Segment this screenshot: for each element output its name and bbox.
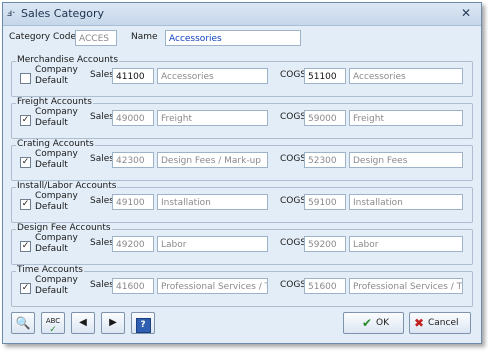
company-default-checkbox[interactable]: ✓: [20, 157, 31, 168]
cogs-label: COGS: [280, 112, 307, 122]
sales-label: Sales: [90, 112, 114, 122]
sales-account-description: Labor: [157, 236, 268, 252]
sales-account-input[interactable]: 49200: [112, 236, 154, 252]
sales-account-input[interactable]: 41600: [112, 278, 154, 294]
cogs-account-description: Installation: [349, 194, 463, 210]
name-input[interactable]: Accessories: [165, 30, 301, 46]
sales-account-description: Freight: [157, 110, 268, 126]
group-title: Merchandise Accounts: [16, 55, 120, 65]
group-title: Crating Accounts: [16, 139, 95, 149]
sales-account-input[interactable]: 49000: [112, 110, 154, 126]
account-group: Time Accounts ✓ Company Default Sales 41600 P…: [11, 265, 473, 307]
cogs-account-description: Professional Services / Tim: [349, 278, 463, 294]
check-mark-icon: ✓: [21, 157, 30, 167]
sales-account-description: Professional Services / Tim: [157, 278, 268, 294]
cogs-label: COGS: [280, 238, 307, 248]
company-default-checkbox[interactable]: ✓: [20, 199, 31, 210]
app-icon: ⅎ·: [7, 8, 16, 19]
cogs-label: COGS: [280, 70, 307, 80]
sales-label: Sales: [90, 154, 114, 164]
company-default-checkbox[interactable]: ✓: [20, 115, 31, 126]
next-record-button[interactable]: ▶: [101, 312, 125, 334]
account-group: Crating Accounts ✓ Company Default Sales 423…: [11, 139, 473, 181]
account-group: Install/Labor Accounts ✓ Company Default Sa…: [11, 181, 473, 223]
sales-label: Sales: [90, 238, 114, 248]
account-group: Merchandise Accounts Company Default Sales…: [11, 55, 473, 97]
cogs-label: COGS: [280, 154, 307, 164]
sales-label: Sales: [90, 280, 114, 290]
cogs-account-input[interactable]: 59200: [304, 236, 346, 252]
category-code-input[interactable]: ACCES: [75, 30, 117, 46]
spell-check-button[interactable]: ABC ✓: [41, 312, 65, 337]
spell-check-mark-icon: ✓: [49, 325, 57, 335]
cogs-account-description: Accessories: [349, 68, 463, 84]
cogs-account-input[interactable]: 59100: [304, 194, 346, 210]
sales-account-description: Accessories: [157, 68, 268, 84]
left-arrow-icon: ◀: [79, 317, 87, 328]
company-default-checkbox[interactable]: ✓: [20, 283, 31, 294]
cogs-label: COGS: [280, 196, 307, 206]
check-mark-icon: ✓: [21, 283, 30, 293]
cancel-button-label: Cancel: [428, 318, 459, 328]
sales-account-input[interactable]: 42300: [112, 152, 154, 168]
sales-account-input[interactable]: 49100: [112, 194, 154, 210]
cancel-x-icon: ✖: [414, 316, 425, 330]
group-title: Design Fee Accounts: [16, 223, 112, 233]
ok-button[interactable]: ✔ OK: [343, 312, 404, 334]
cogs-account-input[interactable]: 51600: [304, 278, 346, 294]
account-group: Design Fee Accounts ✓ Company Default Sales…: [11, 223, 473, 265]
cogs-label: COGS: [280, 280, 307, 290]
right-arrow-icon: ▶: [109, 317, 117, 328]
cancel-button[interactable]: ✖ Cancel: [409, 312, 471, 334]
sales-category-dialog: ⅎ· Sales Category ✕ Category Code ACCES …: [2, 2, 482, 344]
cogs-account-description: Freight: [349, 110, 463, 126]
find-button[interactable]: 🔍: [11, 312, 35, 334]
company-default-label: Company Default: [35, 65, 78, 86]
cogs-account-input[interactable]: 51100: [304, 68, 346, 84]
company-default-label: Company Default: [35, 275, 78, 296]
company-default-label: Company Default: [35, 107, 78, 128]
close-icon[interactable]: ✕: [461, 6, 471, 20]
cogs-account-input[interactable]: 59000: [304, 110, 346, 126]
check-mark-icon: ✓: [21, 199, 30, 209]
category-code-label: Category Code: [9, 32, 77, 42]
help-icon-glyph: ?: [135, 318, 151, 333]
previous-record-button[interactable]: ◀: [71, 312, 95, 334]
name-label: Name: [131, 32, 158, 42]
magnifier-icon: 🔍: [15, 316, 31, 330]
cogs-account-input[interactable]: 52300: [304, 152, 346, 168]
ok-check-icon: ✔: [362, 316, 373, 330]
help-icon: ?: [132, 313, 154, 333]
sales-account-description: Installation: [157, 194, 268, 210]
company-default-label: Company Default: [35, 233, 78, 254]
group-title: Freight Accounts: [16, 97, 93, 107]
ok-button-label: OK: [376, 318, 389, 328]
company-default-label: Company Default: [35, 191, 78, 212]
company-default-label: Company Default: [35, 149, 78, 170]
sales-label: Sales: [90, 70, 114, 80]
group-title: Time Accounts: [16, 265, 84, 275]
window-title: Sales Category: [21, 7, 105, 20]
company-default-checkbox[interactable]: ✓: [20, 241, 31, 252]
check-mark-icon: ✓: [21, 241, 30, 251]
help-button[interactable]: ?: [131, 312, 155, 334]
check-mark-icon: ✓: [21, 115, 30, 125]
cogs-account-description: Labor: [349, 236, 463, 252]
spell-check-text: ABC: [45, 317, 61, 325]
title-bar: ⅎ· Sales Category ✕: [3, 3, 481, 26]
group-title: Install/Labor Accounts: [16, 181, 118, 191]
sales-account-description: Design Fees / Mark-up: [157, 152, 268, 168]
spell-check-icon: ABC ✓: [42, 317, 64, 337]
cogs-account-description: Design Fees: [349, 152, 463, 168]
account-group: Freight Accounts ✓ Company Default Sales 490…: [11, 97, 473, 139]
sales-label: Sales: [90, 196, 114, 206]
sales-account-input[interactable]: 41100: [112, 68, 154, 84]
company-default-checkbox[interactable]: [20, 73, 31, 84]
